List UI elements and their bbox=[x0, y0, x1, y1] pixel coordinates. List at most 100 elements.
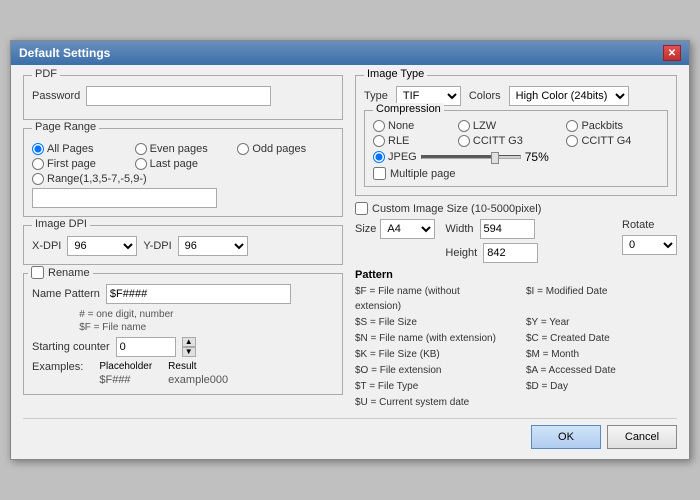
radio-ccitt4[interactable]: CCITT G4 bbox=[566, 135, 659, 147]
height-row: Height bbox=[445, 243, 538, 263]
pattern-item bbox=[526, 395, 677, 410]
rename-checkbox-row[interactable]: Rename bbox=[31, 266, 90, 279]
custom-size-label: Custom Image Size (10-5000pixel) bbox=[372, 203, 541, 215]
rotate-select[interactable]: 0 bbox=[622, 235, 677, 255]
rename-group: Rename Name Pattern # = one digit, numbe… bbox=[23, 273, 343, 395]
help-text-1: # = one digit, number bbox=[32, 309, 334, 320]
pattern-grid: $F = File name (without extension) $I = M… bbox=[355, 284, 677, 410]
ydpi-select[interactable]: 96 bbox=[178, 236, 248, 256]
counter-spinner: ▲ ▼ bbox=[182, 337, 196, 357]
slider-fill bbox=[422, 156, 496, 158]
image-dpi-group: Image DPI X-DPI 96 Y-DPI 96 bbox=[23, 225, 343, 265]
rotate-label: Rotate bbox=[622, 219, 677, 231]
image-type-group: Image Type Type TIF Colors High Color (2… bbox=[355, 75, 677, 196]
radio-all-pages[interactable]: All Pages bbox=[32, 143, 129, 155]
pdf-label: PDF bbox=[32, 68, 60, 80]
radio-odd-pages[interactable]: Odd pages bbox=[237, 143, 334, 155]
custom-size-checkbox-row[interactable]: Custom Image Size (10-5000pixel) bbox=[355, 202, 677, 215]
xdpi-select[interactable]: 96 bbox=[67, 236, 137, 256]
jpeg-row: JPEG 75% bbox=[373, 150, 659, 164]
pattern-item: $F = File name (without extension) bbox=[355, 284, 506, 314]
radio-ccitt3[interactable]: CCITT G3 bbox=[458, 135, 551, 147]
pattern-item: $U = Current system date bbox=[355, 395, 506, 410]
jpeg-quality-label: 75% bbox=[525, 150, 549, 164]
image-type-label: Image Type bbox=[364, 68, 427, 80]
pdf-group: PDF Password bbox=[23, 75, 343, 120]
radio-packbits[interactable]: Packbits bbox=[566, 120, 659, 132]
result-col: Result example000 bbox=[168, 361, 228, 386]
counter-input[interactable] bbox=[116, 337, 176, 357]
multiple-page-label: Multiple page bbox=[390, 168, 455, 180]
pattern-section: Pattern $F = File name (without extensio… bbox=[355, 269, 677, 410]
dpi-row: X-DPI 96 Y-DPI 96 bbox=[32, 236, 334, 256]
image-dpi-label: Image DPI bbox=[32, 218, 90, 230]
page-range-group: Page Range All Pages Even pages Odd p bbox=[23, 128, 343, 217]
close-button[interactable]: ✕ bbox=[663, 45, 681, 61]
right-column: Image Type Type TIF Colors High Color (2… bbox=[355, 75, 677, 410]
height-input[interactable] bbox=[483, 243, 538, 263]
compression-label: Compression bbox=[373, 103, 444, 115]
ok-button[interactable]: OK bbox=[531, 425, 601, 449]
xdpi-label: X-DPI bbox=[32, 240, 61, 252]
size-row: Size A4 bbox=[355, 219, 435, 239]
cancel-button[interactable]: Cancel bbox=[607, 425, 677, 449]
name-pattern-input[interactable] bbox=[106, 284, 291, 304]
dialog-title: Default Settings bbox=[19, 46, 110, 60]
starting-counter-label: Starting counter bbox=[32, 341, 110, 353]
slider-thumb bbox=[491, 152, 499, 164]
examples-label: Examples: bbox=[32, 361, 83, 373]
left-column: PDF Password Page Range All Pages bbox=[23, 75, 343, 410]
title-bar: Default Settings ✕ bbox=[11, 41, 689, 65]
radio-first-page[interactable]: First page bbox=[32, 158, 129, 170]
pattern-item: $A = Accessed Date bbox=[526, 363, 677, 378]
help-text-2: $F = File name bbox=[32, 322, 334, 333]
password-row: Password bbox=[32, 86, 334, 106]
type-field-label: Type bbox=[364, 90, 388, 102]
result-header: Result bbox=[168, 361, 228, 372]
multiple-page-row[interactable]: Multiple page bbox=[373, 167, 659, 180]
custom-size-checkbox[interactable] bbox=[355, 202, 368, 215]
radio-rle[interactable]: RLE bbox=[373, 135, 442, 147]
ydpi-label: Y-DPI bbox=[143, 240, 171, 252]
password-input[interactable] bbox=[86, 86, 271, 106]
pattern-item: $M = Month bbox=[526, 347, 677, 362]
compression-group: Compression None LZW bbox=[364, 110, 668, 187]
counter-up-btn[interactable]: ▲ bbox=[182, 337, 196, 347]
radio-jpeg[interactable]: JPEG bbox=[373, 151, 417, 163]
jpeg-slider[interactable] bbox=[421, 155, 521, 159]
page-range-label: Page Range bbox=[32, 121, 99, 133]
colors-select[interactable]: High Color (24bits) bbox=[509, 86, 629, 106]
examples-row: Examples: Placeholder $F### Result examp… bbox=[32, 361, 334, 386]
rotate-section: Rotate 0 bbox=[622, 219, 677, 255]
counter-row: Starting counter ▲ ▼ bbox=[32, 337, 334, 357]
size-field-label: Size bbox=[355, 223, 376, 235]
width-row: Width bbox=[445, 219, 538, 239]
pattern-title: Pattern bbox=[355, 269, 677, 281]
page-range-options: All Pages Even pages Odd pages Firs bbox=[32, 143, 334, 170]
width-label: Width bbox=[445, 223, 473, 235]
radio-last-page[interactable]: Last page bbox=[135, 158, 232, 170]
dialog-body: PDF Password Page Range All Pages bbox=[11, 65, 689, 459]
radio-lzw[interactable]: LZW bbox=[458, 120, 551, 132]
pattern-item: $N = File name (with extension) bbox=[355, 331, 506, 346]
pattern-item: $Y = Year bbox=[526, 315, 677, 330]
pattern-item: $S = File Size bbox=[355, 315, 506, 330]
size-inputs-row: Size A4 Width Height bbox=[355, 219, 677, 263]
pattern-item: $I = Modified Date bbox=[526, 284, 677, 314]
default-settings-dialog: Default Settings ✕ PDF Password Page Ran bbox=[10, 40, 690, 460]
multiple-page-checkbox[interactable] bbox=[373, 167, 386, 180]
title-bar-buttons: ✕ bbox=[663, 45, 681, 61]
range-input[interactable] bbox=[32, 188, 217, 208]
main-columns: PDF Password Page Range All Pages bbox=[23, 75, 677, 410]
width-input[interactable] bbox=[480, 219, 535, 239]
pattern-item: $K = File Size (KB) bbox=[355, 347, 506, 362]
counter-down-btn[interactable]: ▼ bbox=[182, 347, 196, 357]
custom-size-section: Custom Image Size (10-5000pixel) Size A4… bbox=[355, 202, 677, 263]
wh-inputs: Width Height bbox=[445, 219, 538, 263]
radio-none[interactable]: None bbox=[373, 120, 442, 132]
radio-range[interactable]: Range(1,3,5-7,-5,9-) bbox=[32, 173, 334, 185]
radio-even-pages[interactable]: Even pages bbox=[135, 143, 232, 155]
rename-checkbox[interactable] bbox=[31, 266, 44, 279]
placeholder-header: Placeholder bbox=[99, 361, 152, 372]
size-select[interactable]: A4 bbox=[380, 219, 435, 239]
